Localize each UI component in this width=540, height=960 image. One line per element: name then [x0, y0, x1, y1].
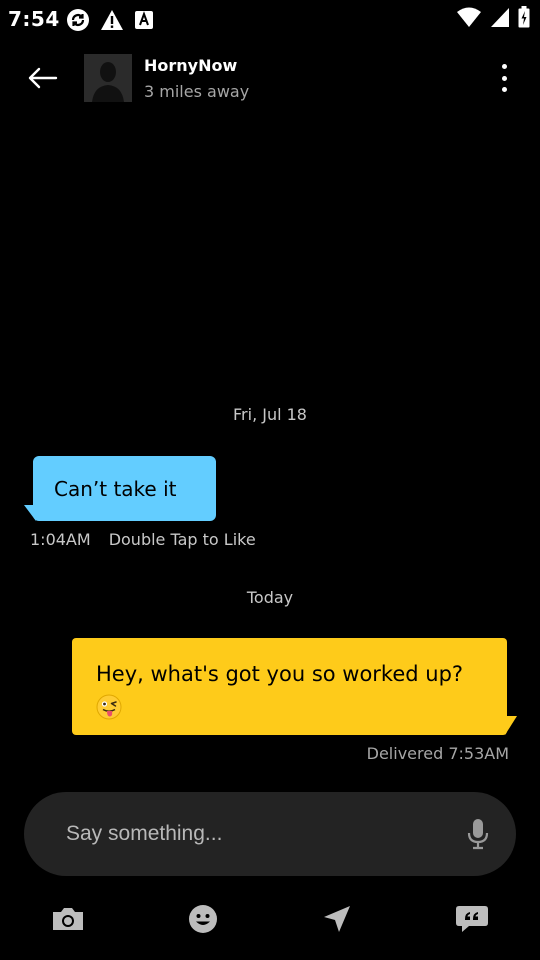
- chat-header: HornyNow 3 miles away: [0, 44, 540, 112]
- sync-icon: [67, 9, 89, 31]
- battery-icon: [518, 6, 530, 28]
- voice-message-button[interactable]: [462, 816, 494, 852]
- incoming-message-meta: 1:04AM Double Tap to Like: [30, 530, 256, 549]
- send-location-button[interactable]: [317, 902, 357, 936]
- avatar[interactable]: [84, 54, 132, 102]
- message-time: 1:04AM: [30, 530, 91, 549]
- incoming-message-text: Can’t take it: [54, 476, 177, 501]
- chat-toolbar: [0, 892, 540, 948]
- winking-tongue-face-icon: [96, 694, 122, 720]
- cellular-signal-icon: [491, 8, 509, 27]
- incoming-message-bubble[interactable]: Can’t take it: [33, 456, 216, 521]
- overflow-menu-button[interactable]: [492, 60, 516, 96]
- contact-distance: 3 miles away: [144, 82, 250, 101]
- camera-icon: [53, 908, 83, 930]
- message-composer: [24, 792, 516, 876]
- outgoing-message-text: Hey, what's got you so worked up?: [96, 662, 464, 686]
- location-icon: [324, 906, 350, 932]
- microphone-icon: [467, 819, 489, 850]
- quick-phrases-icon: [456, 906, 488, 932]
- status-system-icons: [456, 6, 530, 28]
- date-separator: Today: [246, 588, 294, 607]
- menu-dot-icon: [501, 75, 507, 81]
- status-bar: 7:54: [0, 0, 540, 36]
- outgoing-message-bubble[interactable]: Hey, what's got you so worked up?: [72, 638, 507, 735]
- double-tap-hint: Double Tap to Like: [108, 530, 256, 549]
- text-app-icon: [135, 11, 153, 29]
- profile-silhouette-icon: [84, 54, 132, 102]
- quick-phrases-button[interactable]: [452, 902, 492, 936]
- emoji-button[interactable]: [183, 902, 223, 936]
- status-notification-icons: [66, 8, 154, 32]
- warning-icon: [101, 10, 123, 30]
- status-time: 7:54: [8, 7, 60, 31]
- contact-name[interactable]: HornyNow: [144, 56, 237, 75]
- menu-dot-icon: [501, 64, 507, 69]
- camera-button[interactable]: [48, 902, 88, 936]
- date-separator: Fri, Jul 18: [233, 405, 307, 424]
- wifi-icon: [457, 7, 481, 27]
- back-button[interactable]: [22, 62, 62, 94]
- delivery-status: Delivered 7:53AM: [366, 744, 509, 763]
- back-arrow-icon: [28, 67, 58, 89]
- menu-dot-icon: [501, 87, 507, 92]
- message-input[interactable]: [66, 814, 446, 854]
- emoji-icon: [189, 905, 217, 933]
